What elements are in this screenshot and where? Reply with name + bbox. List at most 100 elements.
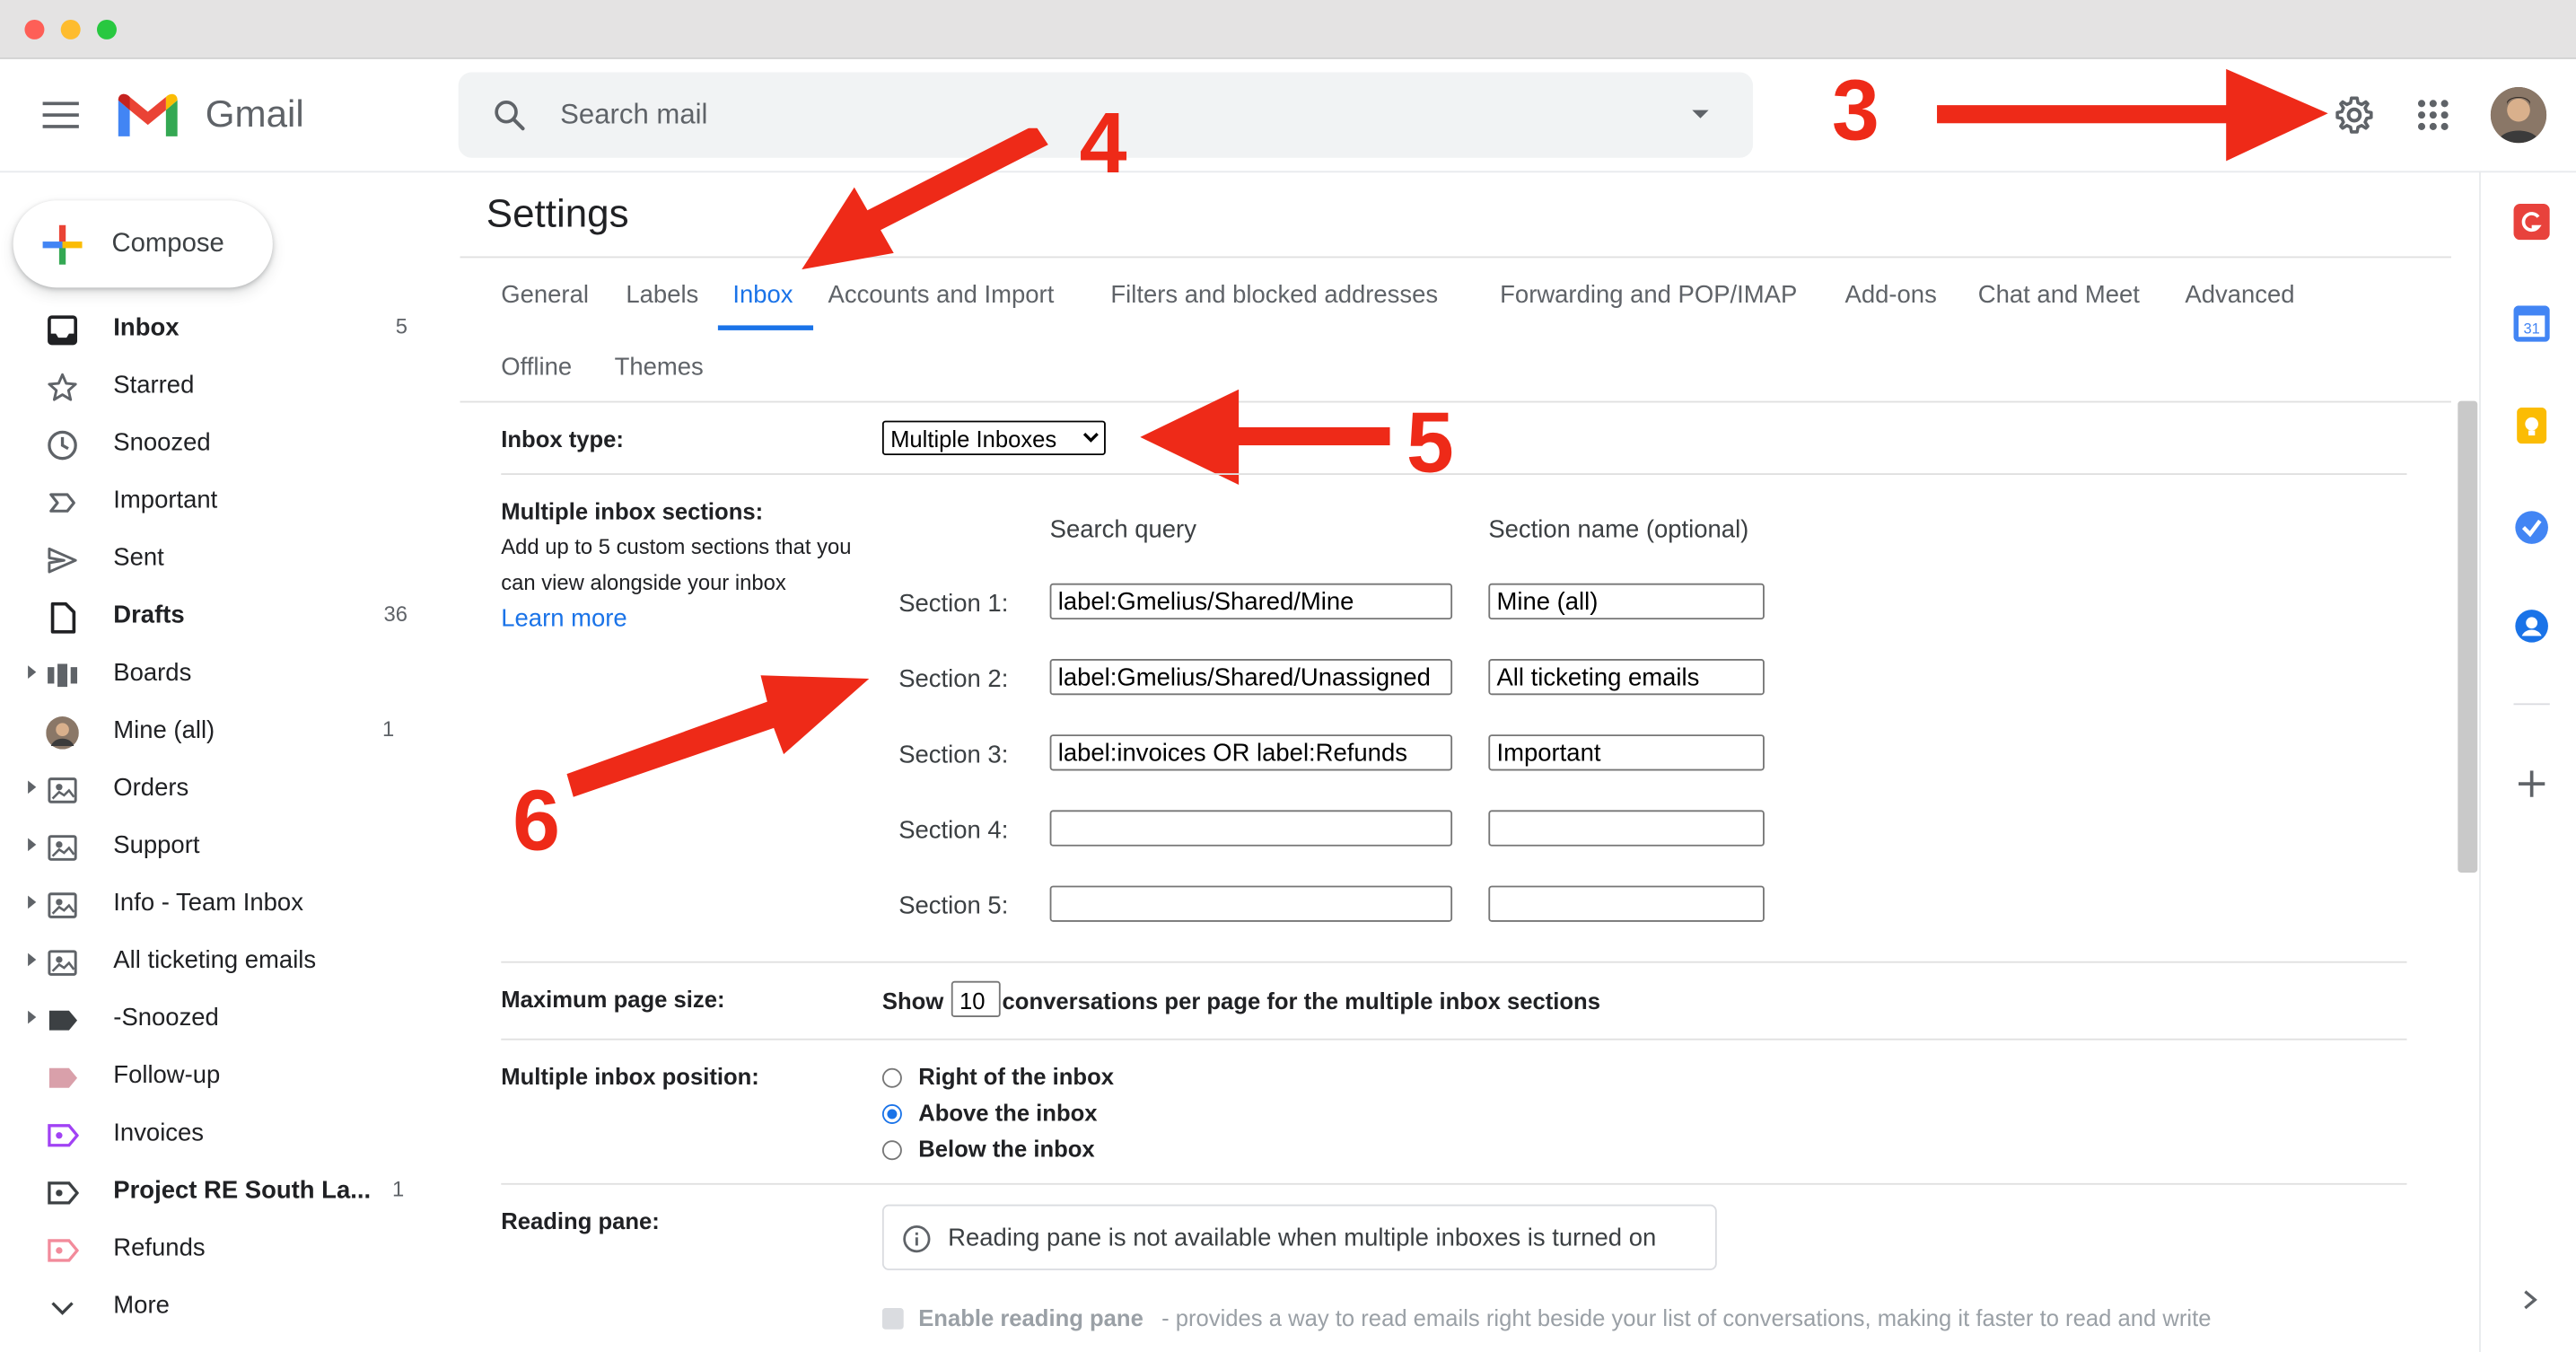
inbox-type-select[interactable]: Multiple Inboxes [881, 420, 1106, 456]
position-below-radio[interactable] [881, 1140, 902, 1161]
keep-icon[interactable] [2514, 407, 2550, 444]
chevron-right-icon[interactable] [2520, 1288, 2540, 1312]
draft-icon [50, 601, 76, 634]
send-icon [48, 547, 77, 574]
sidebar-item-project-re-south[interactable]: Project RE South La... 1 [0, 1163, 427, 1221]
sidebar-item-orders[interactable]: Orders [0, 760, 427, 818]
sidebar-item-invoices[interactable]: Invoices [0, 1106, 427, 1163]
sidebar-item-refunds[interactable]: Refunds [0, 1221, 427, 1278]
sidebar-item-all-ticketing-emails[interactable]: All ticketing emails [0, 934, 427, 991]
gmail-wordmark: Gmail [205, 92, 304, 136]
page-size-suffix: conversations per page for the multiple … [1002, 988, 1600, 1014]
show-label: Show [881, 988, 944, 1014]
sidebar-item-follow-up[interactable]: Follow-up [0, 1049, 427, 1106]
sections-description: Add up to 5 custom sections that you [501, 533, 852, 559]
sidebar-item-support[interactable]: Support [0, 819, 427, 876]
section-5-name-input[interactable] [1488, 885, 1765, 922]
tab-forwarding[interactable]: Forwarding and POP/IMAP [1500, 281, 1797, 309]
sidebar-item-snoozed[interactable]: Snoozed [0, 416, 427, 473]
annotation-arrow-6 [566, 675, 870, 797]
position-label: Multiple inbox position: [501, 1063, 759, 1090]
reading-pane-notice: Reading pane is not available when multi… [881, 1204, 1717, 1270]
expand-caret-icon[interactable] [28, 895, 37, 909]
account-avatar[interactable] [2490, 87, 2547, 144]
main-menu-icon[interactable] [42, 101, 79, 128]
enable-reading-pane-label: Enable reading pane [918, 1304, 1143, 1331]
maximize-window-button[interactable] [96, 19, 117, 40]
gmelius-addon-icon[interactable] [2513, 203, 2550, 241]
expand-caret-icon[interactable] [28, 780, 37, 795]
section-2-name-input[interactable]: All ticketing emails [1488, 658, 1765, 696]
expand-caret-icon[interactable] [28, 838, 37, 852]
tab-add-ons[interactable]: Add-ons [1845, 281, 1937, 309]
tab-accounts-and-import[interactable]: Accounts and Import [828, 281, 1055, 309]
section-4-name-input[interactable] [1488, 810, 1765, 847]
divider [460, 256, 2451, 259]
tab-advanced[interactable]: Advanced [2185, 281, 2294, 309]
apps-grid-icon[interactable] [2415, 97, 2451, 133]
tasks-icon[interactable] [2514, 509, 2550, 545]
search-icon[interactable] [491, 97, 527, 133]
side-panel-separator [2513, 703, 2550, 706]
sidebar-item-mine-all[interactable]: Mine (all) 1 [0, 703, 427, 760]
section-4-query-input[interactable] [1049, 810, 1453, 847]
expand-caret-icon[interactable] [28, 1010, 37, 1024]
section-1-query-input[interactable]: label:Gmelius/Shared/Mine [1049, 583, 1453, 620]
sidebar-item-inbox[interactable]: Inbox 5 [0, 301, 427, 358]
sidebar-item-more[interactable]: More [0, 1278, 427, 1336]
unread-count: 5 [395, 313, 407, 339]
chevron-down-icon [1082, 433, 1099, 443]
tab-offline[interactable]: Offline [501, 354, 572, 382]
sidebar-item-starred[interactable]: Starred [0, 358, 427, 416]
sidebar-item-sent[interactable]: Sent [0, 531, 427, 588]
section-2-label: Section 2: [898, 665, 1009, 694]
section-3-query-input[interactable]: label:invoices OR label:Refunds [1049, 734, 1453, 771]
close-window-button[interactable] [24, 19, 45, 40]
add-addon-icon[interactable] [2517, 769, 2546, 799]
position-above-radio[interactable] [881, 1104, 902, 1124]
tab-filters[interactable]: Filters and blocked addresses [1110, 281, 1438, 309]
shared-label-icon [48, 892, 77, 918]
shared-label-icon [48, 1239, 79, 1262]
sidebar-item-label: Drafts [113, 601, 185, 630]
sidebar-item-snoozed-label[interactable]: -Snoozed [0, 991, 427, 1049]
sidebar-item-label: Support [113, 831, 200, 860]
sidebar-item-label: Starred [113, 371, 195, 399]
section-3-name-input[interactable]: Important [1488, 734, 1765, 771]
position-right-radio[interactable] [881, 1067, 902, 1088]
search-input[interactable]: Search mail [560, 99, 707, 132]
gmail-logo-icon[interactable] [115, 91, 180, 140]
sidebar-item-boards[interactable]: Boards [0, 645, 427, 703]
minimize-window-button[interactable] [60, 19, 81, 40]
settings-gear-icon[interactable] [2333, 93, 2376, 136]
sidebar-item-important[interactable]: Important [0, 473, 427, 531]
expand-caret-icon[interactable] [28, 665, 37, 679]
tab-general[interactable]: General [501, 281, 589, 309]
enable-reading-pane-checkbox[interactable] [881, 1307, 904, 1330]
active-tab-indicator [717, 325, 814, 330]
info-icon [903, 1225, 931, 1253]
contacts-icon[interactable] [2514, 608, 2550, 644]
section-2-query-input[interactable]: label:Gmelius/Shared/Unassigned [1049, 658, 1453, 696]
expand-caret-icon[interactable] [28, 953, 37, 967]
position-below-label[interactable]: Below the inbox [918, 1136, 1094, 1162]
tab-chat-and-meet[interactable]: Chat and Meet [1978, 281, 2140, 309]
sidebar-item-info-team-inbox[interactable]: Info - Team Inbox [0, 876, 427, 934]
position-right-label[interactable]: Right of the inbox [918, 1063, 1114, 1089]
sidebar-item-label: Follow-up [113, 1061, 221, 1090]
label-icon [48, 1010, 78, 1031]
learn-more-link[interactable]: Learn more [501, 605, 626, 633]
position-above-label[interactable]: Above the inbox [918, 1100, 1097, 1126]
tab-themes[interactable]: Themes [615, 354, 704, 382]
sidebar-item-drafts[interactable]: Drafts 36 [0, 588, 427, 645]
tab-labels[interactable]: Labels [626, 281, 698, 309]
section-5-query-input[interactable] [1049, 885, 1453, 922]
tab-inbox[interactable]: Inbox [732, 281, 793, 309]
settings-scrollbar-thumb[interactable] [2458, 400, 2478, 873]
page-size-input[interactable]: 10 [951, 980, 1001, 1018]
section-1-name-input[interactable]: Mine (all) [1488, 583, 1765, 620]
search-options-icon[interactable] [1690, 109, 1710, 122]
calendar-icon[interactable]: 31 [2513, 305, 2550, 342]
reading-pane-label: Reading pane: [501, 1207, 660, 1234]
annotation-4: 4 [1079, 96, 1127, 193]
